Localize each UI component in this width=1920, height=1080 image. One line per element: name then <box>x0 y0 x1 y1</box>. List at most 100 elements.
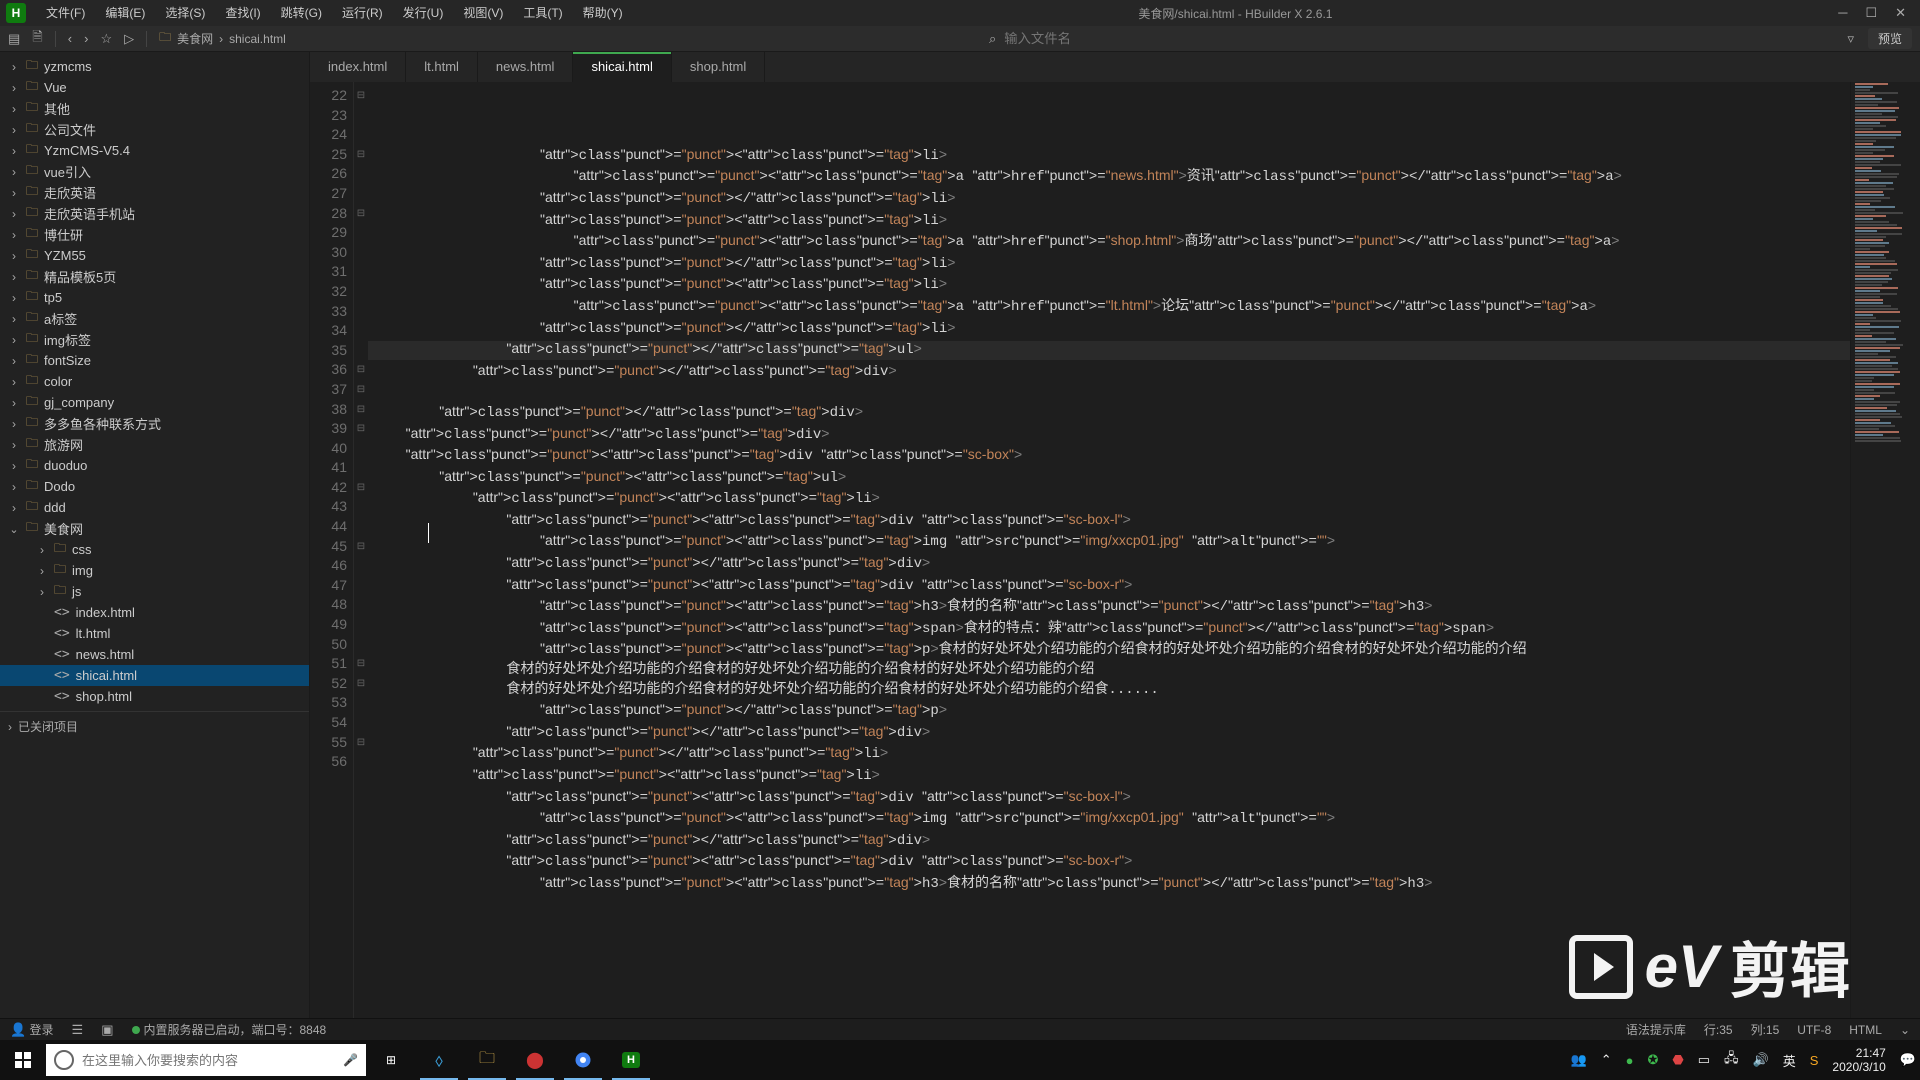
menu-run[interactable]: 运行(R) <box>332 0 393 26</box>
panel-icon[interactable]: ☰ <box>72 1022 84 1038</box>
language-mode[interactable]: HTML <box>1849 1023 1882 1037</box>
notification-icon[interactable]: 💬 <box>1900 1052 1916 1068</box>
terminal-icon[interactable]: ▣ <box>101 1022 113 1038</box>
search-icon[interactable]: ⌕ <box>989 31 996 47</box>
taskbar-search-input[interactable] <box>82 1053 335 1068</box>
menu-find[interactable]: 查找(I) <box>215 0 270 26</box>
breadcrumb-file[interactable]: shicai.html <box>229 32 286 46</box>
chrome-app-icon[interactable] <box>560 1040 606 1080</box>
syntax-hint-lib[interactable]: 语法提示库 <box>1626 1021 1686 1038</box>
star-icon[interactable]: ☆ <box>100 31 112 47</box>
close-icon[interactable]: ✕ <box>1895 5 1906 21</box>
volume-icon[interactable]: 🔊 <box>1753 1052 1769 1068</box>
security-icon[interactable]: ⬣ <box>1672 1052 1683 1068</box>
menu-goto[interactable]: 跳转(G) <box>271 0 332 26</box>
taskbar-clock[interactable]: 21:47 2020/3/10 <box>1832 1046 1885 1075</box>
filter-icon[interactable]: ▿ <box>1847 31 1854 47</box>
folder-item[interactable]: 🗀ddd <box>0 497 309 518</box>
folder-item[interactable]: 🗀a标签 <box>0 308 309 329</box>
windows-start-button[interactable] <box>0 1040 46 1080</box>
vscode-app-icon[interactable]: ⬨ <box>416 1040 462 1080</box>
maximize-icon[interactable]: ☐ <box>1865 5 1877 21</box>
network-icon[interactable]: 🖧 <box>1724 1049 1739 1071</box>
people-icon[interactable]: 👥 <box>1571 1052 1587 1068</box>
file-item[interactable]: <>shicai.html <box>0 665 309 686</box>
menu-tools[interactable]: 工具(T) <box>513 0 572 26</box>
file-explorer-app-icon[interactable]: 🗀 <box>464 1040 510 1080</box>
editor-tab[interactable]: shicai.html <box>573 52 671 82</box>
file-item[interactable]: <>news.html <box>0 644 309 665</box>
folder-item[interactable]: 🗀公司文件 <box>0 119 309 140</box>
folder-item[interactable]: 🗀走欣英语手机站 <box>0 203 309 224</box>
nav-forward-icon[interactable]: › <box>84 31 88 46</box>
cursor-col[interactable]: 列:15 <box>1751 1021 1780 1038</box>
folder-item[interactable]: 🗀多多鱼各种联系方式 <box>0 413 309 434</box>
menu-help[interactable]: 帮助(Y) <box>573 0 633 26</box>
folder-item[interactable]: 🗀博仕研 <box>0 224 309 245</box>
folder-item[interactable]: 🗀gj_company <box>0 392 309 413</box>
minimap[interactable] <box>1850 82 1920 1018</box>
mic-icon[interactable]: 🎤 <box>343 1053 358 1067</box>
tray-app-icon[interactable]: ✪ <box>1647 1052 1658 1068</box>
editor-tab[interactable]: index.html <box>310 52 406 82</box>
login-label[interactable]: 登录 <box>30 1023 54 1037</box>
menu-publish[interactable]: 发行(U) <box>393 0 454 26</box>
editor-tab[interactable]: news.html <box>478 52 574 82</box>
breadcrumb-folder[interactable]: 美食网 <box>177 30 213 47</box>
file-search-input[interactable] <box>1004 31 1144 46</box>
folder-item[interactable]: 🗀Dodo <box>0 476 309 497</box>
folder-item[interactable]: 🗀css <box>0 539 309 560</box>
chevron-down-icon[interactable]: ⌄ <box>1900 1023 1910 1037</box>
battery-icon[interactable]: ▭ <box>1698 1052 1710 1068</box>
folder-item[interactable]: 🗀其他 <box>0 98 309 119</box>
run-icon[interactable]: ▷ <box>124 31 134 47</box>
task-view-icon[interactable]: ⊞ <box>368 1040 414 1080</box>
sogou-ime-icon[interactable]: S <box>1810 1053 1819 1068</box>
folder-item[interactable]: 🗀js <box>0 581 309 602</box>
folder-item[interactable]: 🗀旅游网 <box>0 434 309 455</box>
folder-item[interactable]: 🗀走欣英语 <box>0 182 309 203</box>
hbuilder-app-icon[interactable]: H <box>608 1040 654 1080</box>
folder-item[interactable]: 🗀精品模板5页 <box>0 266 309 287</box>
sidebar-toggle-icon[interactable]: ▤ <box>8 31 20 47</box>
folder-item[interactable]: 🗀duoduo <box>0 455 309 476</box>
folder-item[interactable]: 🗀YZM55 <box>0 245 309 266</box>
preview-button[interactable]: 预览 <box>1868 28 1912 49</box>
tray-chevron-icon[interactable]: ⌃ <box>1601 1052 1612 1068</box>
folder-item[interactable]: 🗀color <box>0 371 309 392</box>
menu-edit[interactable]: 编辑(E) <box>95 0 155 26</box>
folder-item[interactable]: 🗀yzmcms <box>0 56 309 77</box>
menu-view[interactable]: 视图(V) <box>453 0 513 26</box>
file-item[interactable]: <>lt.html <box>0 623 309 644</box>
folder-item[interactable]: 🗀YzmCMS-V5.4 <box>0 140 309 161</box>
encoding[interactable]: UTF-8 <box>1797 1023 1831 1037</box>
code-editor[interactable]: "attr">class"punct">="punct"><"attr">cla… <box>368 82 1850 1018</box>
file-item[interactable]: <>shop.html <box>0 686 309 707</box>
user-icon[interactable]: 👤 <box>10 1022 26 1037</box>
folder-item[interactable]: 🗀img标签 <box>0 329 309 350</box>
folder-item[interactable]: 🗀Vue <box>0 77 309 98</box>
folder-item[interactable]: 🗀vue引入 <box>0 161 309 182</box>
wechat-icon[interactable]: ● <box>1626 1053 1634 1068</box>
file-explorer[interactable]: 🗀yzmcms🗀Vue🗀其他🗀公司文件🗀YzmCMS-V5.4🗀vue引入🗀走欣… <box>0 52 310 1018</box>
folder-icon: 🗀 <box>26 476 38 497</box>
folder-item[interactable]: 🗀美食网 <box>0 518 309 539</box>
recorder-app-icon[interactable]: ⬤ <box>512 1040 558 1080</box>
fold-gutter[interactable]: ⊟ ⊟ ⊟ ⊟⊟⊟⊟ ⊟ ⊟ ⊟⊟ ⊟ <box>354 82 368 1018</box>
menu-select[interactable]: 选择(S) <box>155 0 215 26</box>
menu-file[interactable]: 文件(F) <box>36 0 95 26</box>
folder-item[interactable]: 🗀img <box>0 560 309 581</box>
ime-indicator[interactable]: 英 <box>1783 1051 1796 1070</box>
nav-back-icon[interactable]: ‹ <box>68 31 72 46</box>
folder-item[interactable]: 🗀tp5 <box>0 287 309 308</box>
editor-tab[interactable]: shop.html <box>672 52 765 82</box>
save-icon[interactable]: 🗎 <box>32 28 42 50</box>
cursor-line[interactable]: 行:35 <box>1704 1021 1733 1038</box>
taskbar-search[interactable]: 🎤 <box>46 1044 366 1076</box>
folder-item[interactable]: 🗀fontSize <box>0 350 309 371</box>
minimize-icon[interactable]: ─ <box>1838 5 1847 21</box>
closed-projects[interactable]: › 已关闭项目 <box>0 711 309 741</box>
editor-tab[interactable]: lt.html <box>406 52 478 82</box>
line-gutter[interactable]: 2223242526272829303132333435363738394041… <box>310 82 354 1018</box>
file-item[interactable]: <>index.html <box>0 602 309 623</box>
